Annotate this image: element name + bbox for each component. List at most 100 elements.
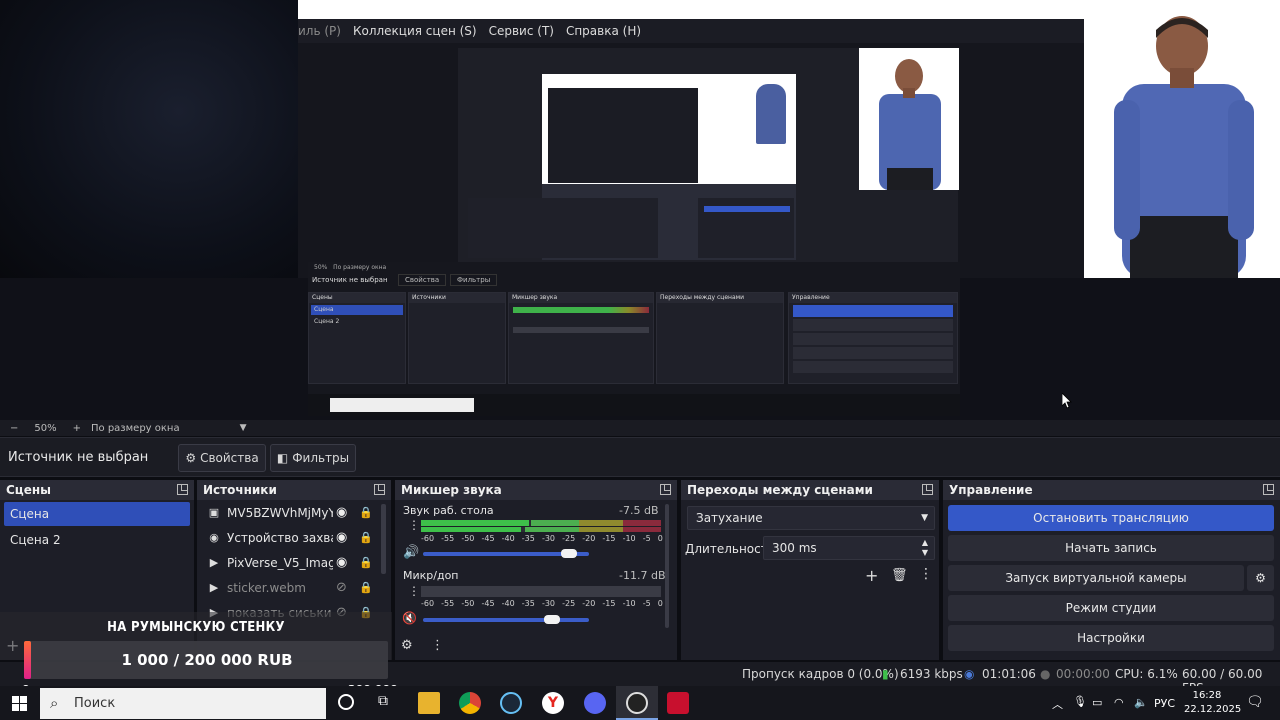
zoom-bar: − 50% + По размеру окна ▼ (0, 420, 1280, 436)
scene-item[interactable]: Сцена 2 (4, 528, 190, 552)
undock-icon[interactable] (1263, 484, 1274, 495)
speaker-icon[interactable]: 🔊 (403, 545, 419, 560)
menu-help: Справка (H) (565, 24, 642, 38)
settings-button[interactable]: Настройки (948, 625, 1274, 651)
source-item[interactable]: ▣ MV5BZWVhMjMyYzQ◉ 🔒 (197, 500, 391, 525)
mixer-scrollbar[interactable] (665, 504, 669, 628)
source-item-label: MV5BZWVhMjMyYzQ (227, 505, 333, 520)
lock-icon[interactable]: 🔒 (359, 531, 373, 544)
filter-icon: ◧ (276, 451, 289, 465)
record-time: 00:00:00 (1056, 667, 1110, 681)
red-app-icon[interactable] (667, 692, 689, 714)
kebab-menu-icon[interactable]: ⋮ (919, 566, 933, 582)
bitrate: 6193 kbps (900, 667, 963, 681)
controls-dock-header: Управление (943, 480, 1280, 500)
nested-properties: Свойства (398, 274, 447, 286)
discord-icon[interactable] (584, 692, 606, 714)
studio-mode-button[interactable]: Режим студии (948, 595, 1274, 621)
mixer-dock: Микшер звука Звук раб. стола -7.5 dB ⋮ -… (395, 480, 677, 660)
nested-mixer-panel: Микшер звука (508, 292, 654, 384)
speaker-muted-icon[interactable]: 🔇 (402, 611, 417, 625)
transition-select[interactable]: Затухание ▼ (687, 506, 935, 530)
file-explorer-icon[interactable] (418, 692, 440, 714)
duration-field[interactable]: 300 ms ▲ ▼ (763, 536, 935, 560)
lock-icon[interactable]: 🔒 (359, 506, 373, 519)
source-item[interactable]: ▶ sticker.webm ⊘ 🔒 (197, 575, 391, 600)
eye-icon[interactable]: ◉ (336, 555, 347, 570)
chevron-down-icon: ▼ (921, 513, 928, 523)
properties-button[interactable]: ⚙ Свойства (178, 444, 266, 472)
meter-tick: -5 (642, 599, 651, 608)
captured-obs-window: 50% По размеру окна Источник не выбран С… (308, 262, 960, 416)
image-icon: ▣ (208, 506, 220, 519)
start-recording-button[interactable]: Начать запись (948, 535, 1274, 561)
lock-icon[interactable]: 🔒 (359, 556, 373, 569)
mixer-channel-name: Звук раб. стола (403, 504, 494, 517)
virtual-camera-settings-icon[interactable]: ⚙ (1247, 565, 1274, 591)
meter-tick: -45 (481, 534, 495, 543)
stepper-icon[interactable]: ▲ ▼ (922, 538, 928, 558)
meter-tick: -15 (602, 534, 616, 543)
clock[interactable]: 16:28 22.12.2025 (1184, 689, 1241, 717)
donation-progress-text: 1 000 / 200 000 RUB (121, 651, 293, 669)
donation-progress-bar: 1 000 / 200 000 RUB (26, 641, 388, 679)
source-item[interactable]: ▶ PixVerse_V5_Image_T◉ 🔒 (197, 550, 391, 575)
nested-controls-panel: Управление (788, 292, 958, 384)
sources-dock-header: Источники (197, 480, 391, 500)
mixer-menu-icon[interactable]: ⋮ (408, 585, 420, 597)
eye-off-icon[interactable]: ⊘ (336, 580, 347, 595)
scene-item[interactable]: Сцена (4, 502, 190, 526)
meter-tick: -20 (582, 599, 596, 608)
zoom-in-button[interactable]: + (73, 423, 81, 434)
volume-icon[interactable]: 🔈 (1134, 696, 1148, 709)
undock-icon[interactable] (177, 484, 188, 495)
lock-icon[interactable]: 🔒 (359, 581, 373, 594)
meter-tick: -50 (461, 534, 475, 543)
steam-icon[interactable] (500, 692, 522, 714)
notification-icon[interactable]: 🗨 (1246, 694, 1264, 710)
wifi-icon[interactable]: ◠ (1114, 696, 1124, 709)
stop-stream-button[interactable]: Остановить трансляцию (948, 505, 1274, 531)
yandex-browser-icon[interactable]: Y (542, 692, 564, 714)
meter-tick: -40 (501, 534, 515, 543)
play-icon: ▶ (209, 556, 219, 569)
microphone-icon[interactable]: 🎙 (1073, 695, 1087, 708)
search-icon: ⌕ (50, 694, 59, 712)
record-icon: ● (1040, 667, 1051, 681)
filters-button[interactable]: ◧ Фильтры (270, 444, 356, 472)
zoom-mode-dropdown[interactable]: По размеру окна (91, 423, 180, 434)
source-item[interactable]: ◉Устройство захвата◉🔒 (197, 525, 391, 550)
windows-start-icon[interactable] (12, 696, 27, 711)
nested-zoom-mode: По размеру окна (333, 264, 387, 271)
play-icon: ▶ (209, 581, 219, 594)
start-virtual-camera-button[interactable]: Запуск виртуальной камеры (948, 565, 1244, 591)
language-indicator[interactable]: РУС (1154, 697, 1175, 710)
trash-icon[interactable]: 🗑 (891, 568, 908, 583)
obs-icon[interactable] (626, 692, 648, 714)
menu-scene-collection: Коллекция сцен (S) (352, 24, 477, 38)
nested-transitions-panel: Переходы между сценами (656, 292, 784, 384)
undock-icon[interactable] (922, 484, 933, 495)
nested-source-label: Источник не выбран (312, 276, 388, 284)
chrome-icon[interactable] (459, 692, 481, 714)
add-transition-button[interactable]: + (865, 566, 878, 585)
chevron-down-icon[interactable]: ▼ (240, 423, 247, 433)
eye-icon[interactable]: ◉ (336, 530, 347, 545)
volume-slider-handle[interactable] (544, 615, 561, 624)
cortana-icon[interactable] (338, 694, 354, 710)
kebab-menu-icon[interactable]: ⋮ (431, 638, 444, 653)
eye-icon[interactable]: ◉ (336, 505, 347, 520)
zoom-out-button[interactable]: − (10, 423, 18, 434)
taskbar-search-input[interactable]: ⌕ Поиск (40, 688, 326, 719)
battery-icon[interactable]: ▭ (1092, 696, 1102, 709)
volume-slider-handle[interactable] (561, 549, 578, 558)
meter-tick: -10 (622, 534, 636, 543)
mixer-menu-icon[interactable]: ⋮ (408, 519, 420, 531)
camera-icon: ◉ (209, 531, 219, 544)
gear-icon[interactable]: ⚙ (401, 638, 413, 653)
sources-scrollbar[interactable] (381, 504, 386, 574)
task-view-icon[interactable]: ⧉ (378, 693, 388, 709)
undock-icon[interactable] (374, 484, 385, 495)
tray-chevron-icon[interactable]: ︿ (1052, 696, 1063, 712)
undock-icon[interactable] (660, 484, 671, 495)
